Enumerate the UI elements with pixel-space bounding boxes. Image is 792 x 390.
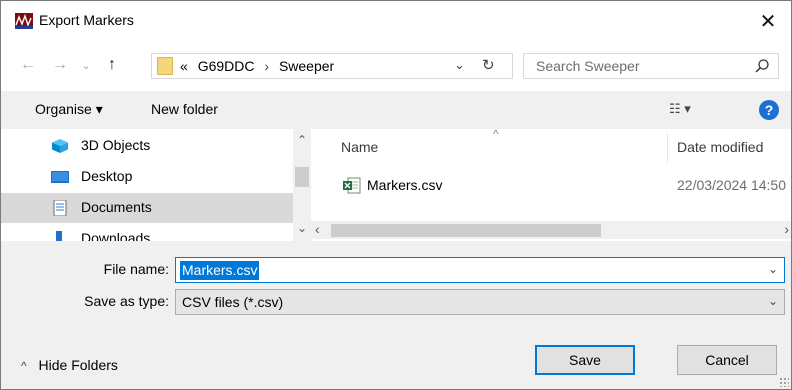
back-arrow-icon: ← — [20, 56, 36, 73]
excel-csv-icon — [343, 177, 361, 194]
nav-item-3d-objects[interactable]: 3D Objects — [1, 131, 293, 161]
address-dropdown-icon[interactable]: ⌄ — [454, 57, 465, 73]
nav-item-label: Documents — [81, 199, 152, 215]
sort-ascending-icon: ^ — [493, 129, 499, 141]
file-list: Name ^ Date modified Markers.csv 22/03/2… — [311, 129, 791, 241]
scroll-right-icon[interactable]: › — [784, 221, 789, 237]
file-name-value: Markers.csv — [180, 261, 260, 280]
recent-locations-button[interactable]: ⌄ — [75, 53, 97, 77]
file-name-label: File name: — [103, 261, 169, 277]
breadcrumb-item-sweeper[interactable]: Sweeper — [279, 58, 334, 74]
hide-folders-button[interactable]: ^ Hide Folders — [21, 357, 118, 373]
breadcrumb-separator: › — [264, 58, 270, 74]
organise-menu-button[interactable]: Organise ▾ — [35, 101, 103, 118]
nav-item-documents[interactable]: Documents — [1, 193, 293, 223]
cancel-button-label: Cancel — [705, 352, 749, 368]
breadcrumb-overflow[interactable]: « — [180, 58, 188, 74]
close-icon: ✕ — [759, 10, 777, 33]
new-folder-button[interactable]: New folder — [151, 101, 218, 117]
column-header-date-modified[interactable]: Date modified — [677, 139, 763, 155]
scrollbar-thumb[interactable] — [295, 167, 309, 187]
command-bar: Organise ▾ New folder ☷ ▾ ? — [1, 91, 791, 129]
scroll-left-icon[interactable]: ‹ — [315, 221, 320, 237]
navigation-pane: 3D Objects Desktop Documents Downloads — [1, 129, 293, 241]
file-row[interactable]: Markers.csv 22/03/2024 14:50 — [311, 169, 791, 197]
save-button-label: Save — [569, 352, 601, 368]
nav-item-label: Desktop — [81, 168, 133, 184]
column-header-label: Name — [341, 139, 379, 155]
search-input[interactable]: Search Sweeper — [523, 53, 779, 79]
back-button[interactable]: ← — [17, 53, 39, 77]
title-bar: Export Markers ✕ — [1, 1, 791, 41]
save-button[interactable]: Save — [535, 345, 635, 375]
breadcrumb-item-g69ddc[interactable]: G69DDC — [198, 58, 255, 74]
documents-icon — [53, 200, 67, 216]
chevron-down-icon: ⌄ — [81, 59, 91, 72]
hide-folders-label: Hide Folders — [38, 357, 118, 373]
up-button[interactable]: ↑ — [101, 53, 123, 77]
nav-item-desktop[interactable]: Desktop — [1, 162, 293, 192]
cancel-button[interactable]: Cancel — [677, 345, 777, 375]
close-button[interactable]: ✕ — [745, 1, 791, 41]
column-header-name[interactable]: Name — [341, 139, 378, 155]
desktop-icon — [51, 171, 69, 183]
up-arrow-icon: ↑ — [108, 56, 116, 73]
browser-panes: 3D Objects Desktop Documents Downloads ⌃… — [1, 129, 791, 241]
navigation-bar: ← → ⌄ ↑ « G69DDC › Sweeper ⌄ ↻ Search Sw… — [1, 41, 791, 91]
column-header-label: Date modified — [677, 139, 764, 155]
file-name: Markers.csv — [367, 177, 443, 193]
search-icon — [755, 59, 769, 73]
navigation-pane-scrollbar[interactable]: ⌃ ⌄ — [293, 129, 311, 241]
forward-button[interactable]: → — [49, 53, 71, 77]
nav-item-downloads[interactable]: Downloads — [1, 224, 293, 241]
file-date-modified: 22/03/2024 14:50 — [677, 177, 786, 193]
save-as-type-value: CSV files (*.csv) — [182, 294, 284, 310]
downloads-icon — [56, 231, 62, 241]
refresh-icon[interactable]: ↻ — [482, 56, 495, 74]
resize-grip[interactable] — [779, 377, 789, 387]
cube-icon — [52, 139, 68, 153]
chevron-down-icon[interactable]: ⌄ — [768, 262, 778, 276]
forward-arrow-icon: → — [52, 56, 68, 73]
view-options-button[interactable]: ☷ ▾ — [669, 101, 691, 117]
nav-item-label: Downloads — [81, 230, 151, 241]
app-logo-icon — [15, 13, 33, 29]
help-button[interactable]: ? — [759, 100, 779, 120]
scroll-up-icon[interactable]: ⌃ — [297, 133, 307, 147]
search-placeholder: Search Sweeper — [536, 58, 640, 74]
file-list-horizontal-scrollbar[interactable]: ‹ › — [311, 221, 791, 239]
address-bar[interactable]: « G69DDC › Sweeper ⌄ ↻ — [151, 53, 513, 79]
dialog-title: Export Markers — [39, 12, 134, 28]
save-as-type-label: Save as type: — [84, 293, 169, 309]
save-as-type-select[interactable]: CSV files (*.csv) ⌄ — [175, 289, 785, 315]
breadcrumb: « G69DDC › Sweeper — [180, 58, 334, 74]
file-name-field[interactable]: Markers.csv ⌄ — [175, 257, 785, 283]
folder-icon — [157, 57, 173, 75]
export-markers-dialog: Export Markers ✕ ← → ⌄ ↑ « G69DDC › Swee… — [0, 0, 792, 390]
chevron-down-icon: ⌄ — [767, 294, 778, 308]
help-icon: ? — [764, 102, 774, 118]
column-divider[interactable] — [667, 133, 668, 163]
scroll-down-icon[interactable]: ⌄ — [297, 221, 307, 235]
scrollbar-thumb[interactable] — [331, 224, 601, 237]
nav-item-label: 3D Objects — [81, 137, 151, 153]
chevron-up-icon: ^ — [21, 359, 27, 373]
